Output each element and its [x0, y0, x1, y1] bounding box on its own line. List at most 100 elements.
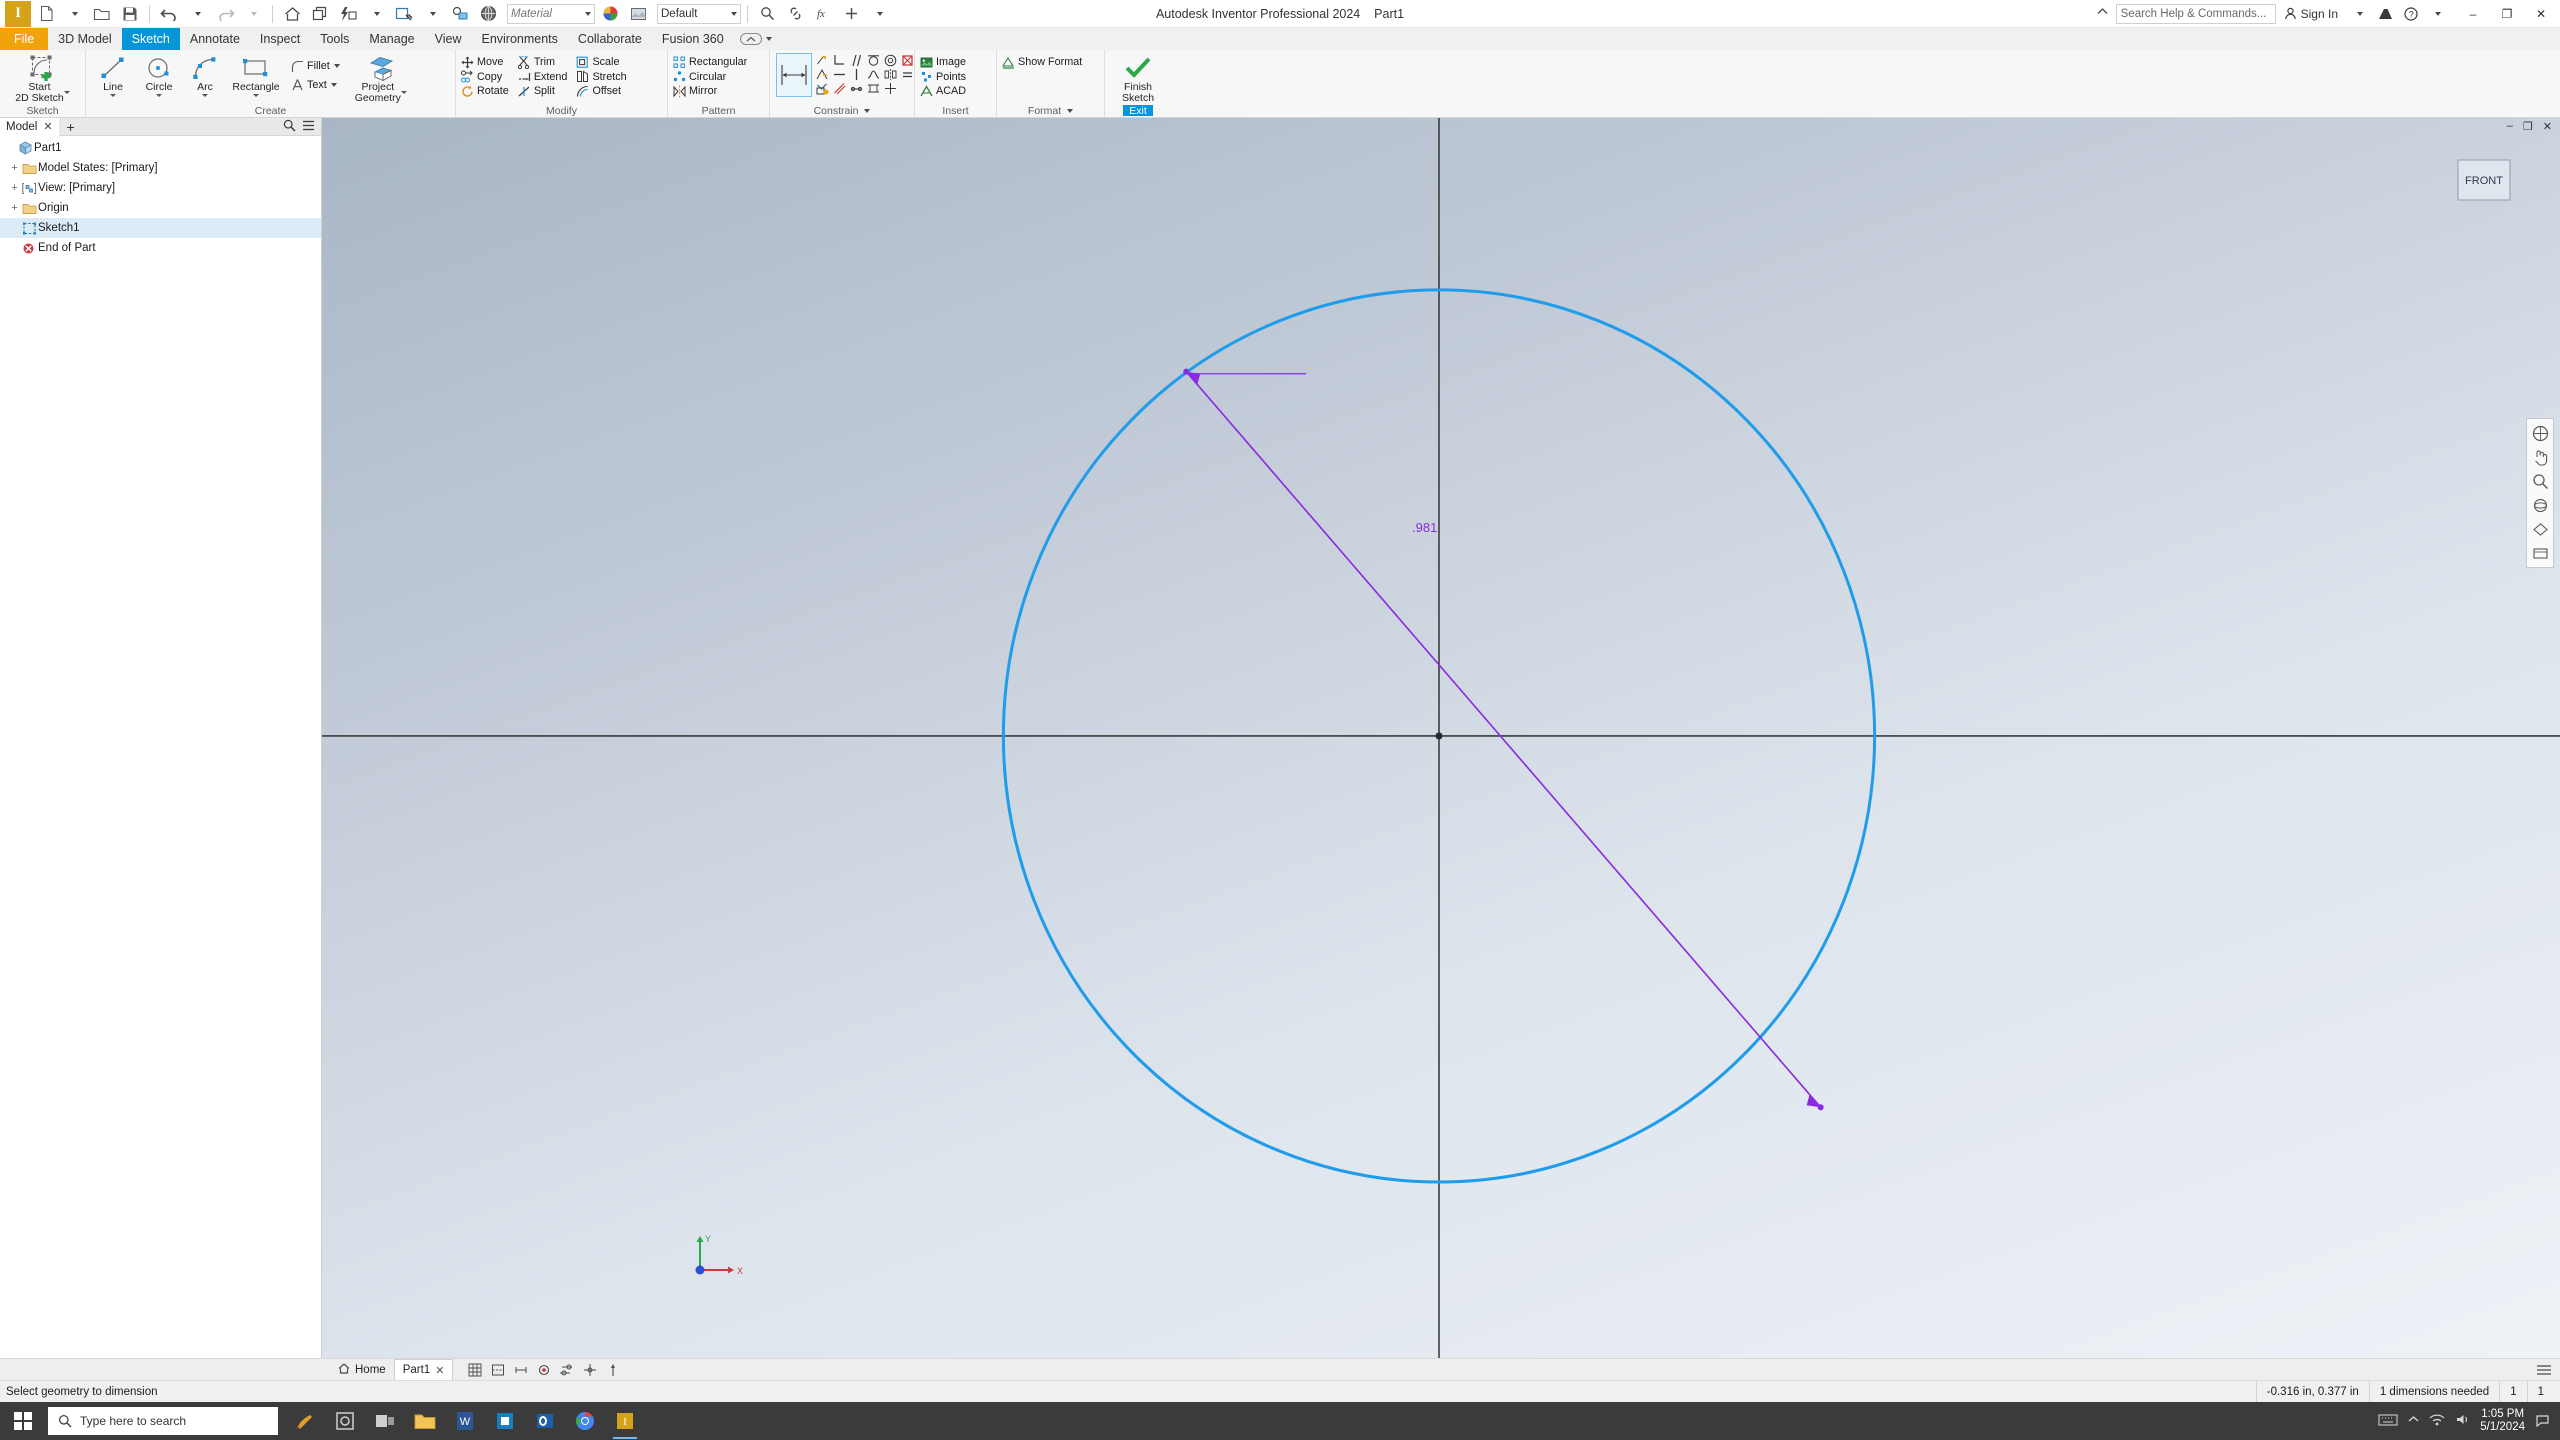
appearance-color-icon[interactable] [597, 2, 623, 26]
start-2d-sketch-button[interactable]: Start 2D Sketch [4, 53, 81, 103]
line-dropdown[interactable] [110, 94, 116, 97]
tab-collaborate[interactable]: Collaborate [568, 28, 652, 50]
rotate-button[interactable]: Rotate [460, 84, 512, 99]
taskbar-clock[interactable]: 1:05 PM 5/1/2024 [2480, 1408, 2525, 1434]
record-icon[interactable] [536, 1362, 552, 1378]
equal-constraint-icon[interactable] [900, 67, 915, 81]
tab-environments[interactable]: Environments [471, 28, 567, 50]
taskbar-app-settings[interactable] [326, 1402, 364, 1440]
new-file-button[interactable] [33, 2, 59, 26]
appearance-flash-icon[interactable] [335, 2, 361, 26]
insert-points-button[interactable]: Points [919, 70, 969, 85]
graphics-restore-button[interactable]: ❐ [2523, 120, 2533, 133]
circular-pattern-button[interactable]: Circular [672, 70, 750, 85]
circle-button[interactable]: Circle [136, 53, 182, 97]
parallel-constraint-icon[interactable] [849, 53, 864, 67]
coincident-constraint-icon[interactable] [815, 53, 830, 67]
fix-constraint-icon[interactable] [900, 53, 915, 67]
rectangle-dropdown[interactable] [253, 94, 259, 97]
browser-search-icon[interactable] [283, 119, 296, 135]
dimension-display-toggle-icon[interactable] [513, 1362, 529, 1378]
slice-graphics-icon[interactable] [490, 1362, 506, 1378]
tree-item-view[interactable]: + View: [Primary] [0, 178, 321, 198]
dimension-button[interactable] [776, 53, 812, 97]
home-icon[interactable] [279, 2, 305, 26]
tab-inspect[interactable]: Inspect [250, 28, 310, 50]
taskbar-app-paint[interactable] [286, 1402, 324, 1440]
insert-image-button[interactable]: Image [919, 55, 969, 70]
start-2d-sketch-dropdown[interactable] [64, 91, 70, 94]
rectangular-pattern-button[interactable]: Rectangular [672, 55, 750, 70]
orbit-icon[interactable] [2528, 494, 2552, 516]
undo-button[interactable] [156, 2, 182, 26]
parameters-icon[interactable] [447, 2, 473, 26]
graphics-minimize-button[interactable]: – [2507, 120, 2513, 132]
plus-icon[interactable] [838, 2, 864, 26]
graphics-close-button[interactable]: ✕ [2543, 120, 2552, 133]
undo-dropdown[interactable] [184, 2, 210, 26]
fx-icon[interactable]: fx [810, 2, 836, 26]
project-geometry-dropdown[interactable] [401, 91, 407, 94]
tangent-constraint-icon[interactable] [866, 53, 881, 67]
trim-button[interactable]: Trim [517, 55, 571, 70]
help-search-input[interactable]: Search Help & Commands... [2116, 4, 2276, 24]
measure-tool-icon[interactable] [582, 1362, 598, 1378]
scale-button[interactable]: Scale [575, 55, 629, 70]
appearance-dropdown[interactable] [363, 2, 389, 26]
project-icon[interactable] [307, 2, 333, 26]
horizontal-constraint-icon[interactable] [832, 67, 847, 81]
auto-dimension-icon[interactable] [815, 67, 830, 81]
help-icon[interactable]: ? [2398, 2, 2424, 26]
show-constraints-icon[interactable] [815, 81, 830, 95]
new-file-dropdown[interactable] [61, 2, 87, 26]
qat-more-dropdown[interactable] [866, 2, 892, 26]
snap-icon[interactable] [605, 1362, 621, 1378]
tab-fusion360[interactable]: Fusion 360 [652, 28, 734, 50]
tray-notification-icon[interactable] [2535, 1413, 2550, 1430]
tray-network-icon[interactable] [2429, 1413, 2445, 1429]
arc-button[interactable]: Arc [182, 53, 228, 97]
tab-file[interactable]: File [0, 28, 48, 50]
zoom-icon[interactable] [2528, 470, 2552, 492]
look-at-icon[interactable] [2528, 518, 2552, 540]
graphics-window[interactable]: – ❐ ✕ [322, 118, 2560, 1358]
fillet-button[interactable]: Fillet [290, 59, 343, 74]
mirror-button[interactable]: Mirror [672, 84, 750, 99]
finish-sketch-button[interactable]: Finish Sketch [1109, 53, 1167, 103]
redo-button[interactable] [212, 2, 238, 26]
taskbar-app-word[interactable]: W [446, 1402, 484, 1440]
offset-button[interactable]: Offset [575, 84, 629, 99]
show-format-button[interactable]: Show Format [1001, 55, 1085, 70]
extend-button[interactable]: Extend [517, 70, 571, 85]
maximize-button[interactable]: ❐ [2490, 1, 2524, 27]
material-selector[interactable]: Material [507, 4, 595, 24]
sketch-canvas[interactable] [322, 118, 2560, 1358]
rectangle-button[interactable]: Rectangle [228, 53, 284, 97]
doc-tab-close-icon[interactable]: ✕ [435, 1364, 444, 1377]
doc-tab-part1[interactable]: Part1 ✕ [394, 1359, 454, 1381]
material-sphere-icon[interactable] [475, 2, 501, 26]
doc-tab-home[interactable]: Home [330, 1359, 394, 1381]
perpendicular-constraint-icon[interactable] [832, 53, 847, 67]
tab-view[interactable]: View [425, 28, 472, 50]
tab-annotate[interactable]: Annotate [180, 28, 250, 50]
help-dropdown[interactable] [2424, 2, 2450, 26]
tree-expander[interactable]: + [8, 162, 21, 175]
tree-item-sketch1[interactable]: Sketch1 [0, 218, 321, 238]
ribbon-minimize-toggle[interactable] [734, 28, 778, 50]
line-button[interactable]: Line [90, 53, 136, 97]
tree-item-origin[interactable]: + Origin [0, 198, 321, 218]
taskbar-app-chrome[interactable] [566, 1402, 604, 1440]
start-button[interactable] [0, 1402, 46, 1440]
move-button[interactable]: Move [460, 55, 512, 70]
tree-expander[interactable]: + [8, 182, 21, 195]
constrain-settings-icon[interactable] [883, 81, 898, 95]
browser-tab-model[interactable]: Model ✕ [0, 118, 59, 136]
redo-dropdown[interactable] [240, 2, 266, 26]
circle-dropdown[interactable] [156, 94, 162, 97]
save-button[interactable] [117, 2, 143, 26]
help-search-icon[interactable] [2090, 2, 2116, 26]
taskbar-app-inventor[interactable]: I [606, 1402, 644, 1440]
project-geometry-button[interactable]: Project Geometry [349, 53, 413, 103]
symmetric-constraint-icon[interactable] [883, 67, 898, 81]
